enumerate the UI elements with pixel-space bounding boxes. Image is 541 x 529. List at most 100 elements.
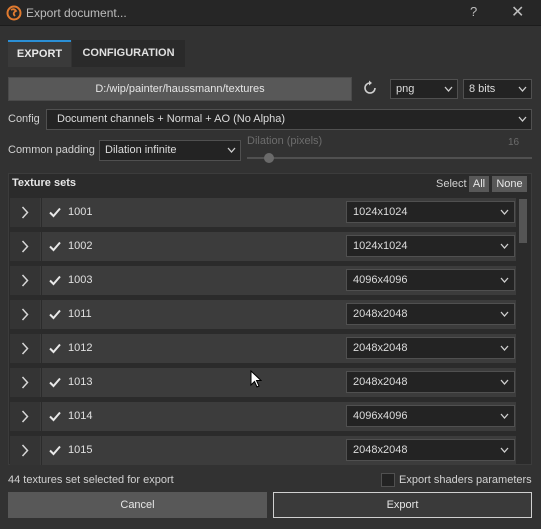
resolution-select[interactable]: 2048x2048 [346, 337, 515, 359]
export-button[interactable]: Export [273, 492, 532, 518]
chevron-right-icon [21, 274, 29, 287]
checkmark-icon[interactable] [48, 274, 62, 287]
chevron-down-icon [444, 86, 453, 92]
chevron-down-icon [500, 243, 509, 249]
select-none-button[interactable]: None [492, 176, 527, 192]
row-divider [41, 266, 42, 295]
texture-set-name: 1003 [68, 274, 93, 286]
checkmark-icon[interactable] [48, 206, 62, 219]
expand-button[interactable] [10, 368, 40, 397]
texture-set-row[interactable]: 1002 1024x1024 [10, 232, 516, 261]
texture-set-row[interactable]: 1015 2048x2048 [10, 436, 516, 465]
select-label: Select [436, 178, 467, 190]
texture-set-row[interactable]: 1014 4096x4096 [10, 402, 516, 431]
chevron-right-icon [21, 342, 29, 355]
chevron-right-icon [21, 206, 29, 219]
format-select[interactable]: png [390, 79, 458, 99]
resolution-select[interactable]: 1024x1024 [346, 201, 515, 223]
dilation-slider[interactable] [247, 157, 532, 159]
resolution-value: 2048x2048 [353, 342, 408, 354]
checkmark-icon[interactable] [48, 410, 62, 423]
texture-set-name: 1014 [68, 410, 93, 422]
chevron-down-icon [500, 379, 509, 385]
help-button[interactable]: ? [470, 4, 477, 19]
chevron-right-icon [21, 376, 29, 389]
dilation-value: 16 [508, 137, 520, 148]
export-path-button[interactable]: D:/wip/painter/haussmann/textures [8, 77, 352, 101]
texture-set-name: 1013 [68, 376, 93, 388]
resolution-value: 2048x2048 [353, 376, 408, 388]
texture-set-row[interactable]: 1003 4096x4096 [10, 266, 516, 295]
padding-value: Dilation infinite [105, 144, 177, 156]
row-divider [41, 300, 42, 329]
expand-button[interactable] [10, 232, 40, 261]
chevron-down-icon [500, 209, 509, 215]
texture-set-name: 1012 [68, 342, 93, 354]
resolution-select[interactable]: 4096x4096 [346, 405, 515, 427]
resolution-value: 4096x4096 [353, 410, 408, 422]
tab-export[interactable]: EXPORT [8, 40, 71, 67]
texture-set-name: 1001 [68, 206, 93, 218]
texture-set-name: 1002 [68, 240, 93, 252]
texture-set-row[interactable]: 1001 1024x1024 [10, 198, 516, 227]
export-shaders-label: Export shaders parameters [399, 474, 532, 486]
bit-depth-select[interactable]: 8 bits [463, 79, 532, 99]
expand-button[interactable] [10, 198, 40, 227]
padding-select[interactable]: Dilation infinite [99, 140, 241, 161]
chevron-down-icon [227, 147, 236, 153]
format-value: png [396, 83, 415, 95]
select-all-button[interactable]: All [469, 176, 489, 192]
chevron-down-icon [518, 116, 527, 122]
chevron-down-icon [518, 86, 527, 92]
row-divider [41, 232, 42, 261]
resolution-select[interactable]: 2048x2048 [346, 303, 515, 325]
chevron-right-icon [21, 308, 29, 321]
checkmark-icon[interactable] [48, 342, 62, 355]
expand-button[interactable] [10, 402, 40, 431]
texture-set-row[interactable]: 1013 2048x2048 [10, 368, 516, 397]
resolution-select[interactable]: 2048x2048 [346, 371, 515, 393]
resolution-select[interactable]: 4096x4096 [346, 269, 515, 291]
refresh-icon[interactable] [361, 79, 379, 97]
checkmark-icon[interactable] [48, 444, 62, 457]
resolution-select[interactable]: 2048x2048 [346, 439, 515, 461]
config-value: Document channels + Normal + AO (No Alph… [57, 113, 286, 125]
cancel-button[interactable]: Cancel [8, 492, 267, 518]
tab-configuration[interactable]: CONFIGURATION [72, 40, 185, 67]
texture-set-row[interactable]: 1011 2048x2048 [10, 300, 516, 329]
row-divider [41, 436, 42, 465]
row-divider [41, 368, 42, 397]
config-select[interactable]: Document channels + Normal + AO (No Alph… [46, 109, 532, 130]
texture-sets-title: Texture sets [12, 177, 76, 189]
checkmark-icon[interactable] [48, 308, 62, 321]
expand-button[interactable] [10, 300, 40, 329]
chevron-down-icon [500, 345, 509, 351]
chevron-down-icon [500, 413, 509, 419]
resolution-value: 2048x2048 [353, 444, 408, 456]
selection-status: 44 textures set selected for export [8, 474, 174, 486]
row-divider [41, 402, 42, 431]
checkmark-icon[interactable] [48, 376, 62, 389]
dilation-slider-handle[interactable] [264, 153, 274, 163]
texture-set-row[interactable]: 1012 2048x2048 [10, 334, 516, 363]
scrollbar-thumb[interactable] [519, 199, 527, 243]
expand-button[interactable] [10, 436, 40, 465]
resolution-value: 1024x1024 [353, 240, 408, 252]
resolution-select[interactable]: 1024x1024 [346, 235, 515, 257]
chevron-right-icon [21, 444, 29, 457]
row-divider [41, 334, 42, 363]
app-logo-icon [6, 5, 22, 21]
checkmark-icon[interactable] [48, 240, 62, 253]
chevron-down-icon [500, 311, 509, 317]
expand-button[interactable] [10, 266, 40, 295]
resolution-value: 2048x2048 [353, 308, 408, 320]
row-divider [41, 198, 42, 227]
padding-label: Common padding [8, 144, 95, 156]
chevron-right-icon [21, 240, 29, 253]
close-icon[interactable]: ✕ [511, 2, 524, 22]
chevron-down-icon [500, 447, 509, 453]
dilation-label: Dilation (pixels) [247, 135, 323, 147]
chevron-right-icon [21, 410, 29, 423]
expand-button[interactable] [10, 334, 40, 363]
export-shaders-checkbox[interactable] [381, 473, 395, 487]
